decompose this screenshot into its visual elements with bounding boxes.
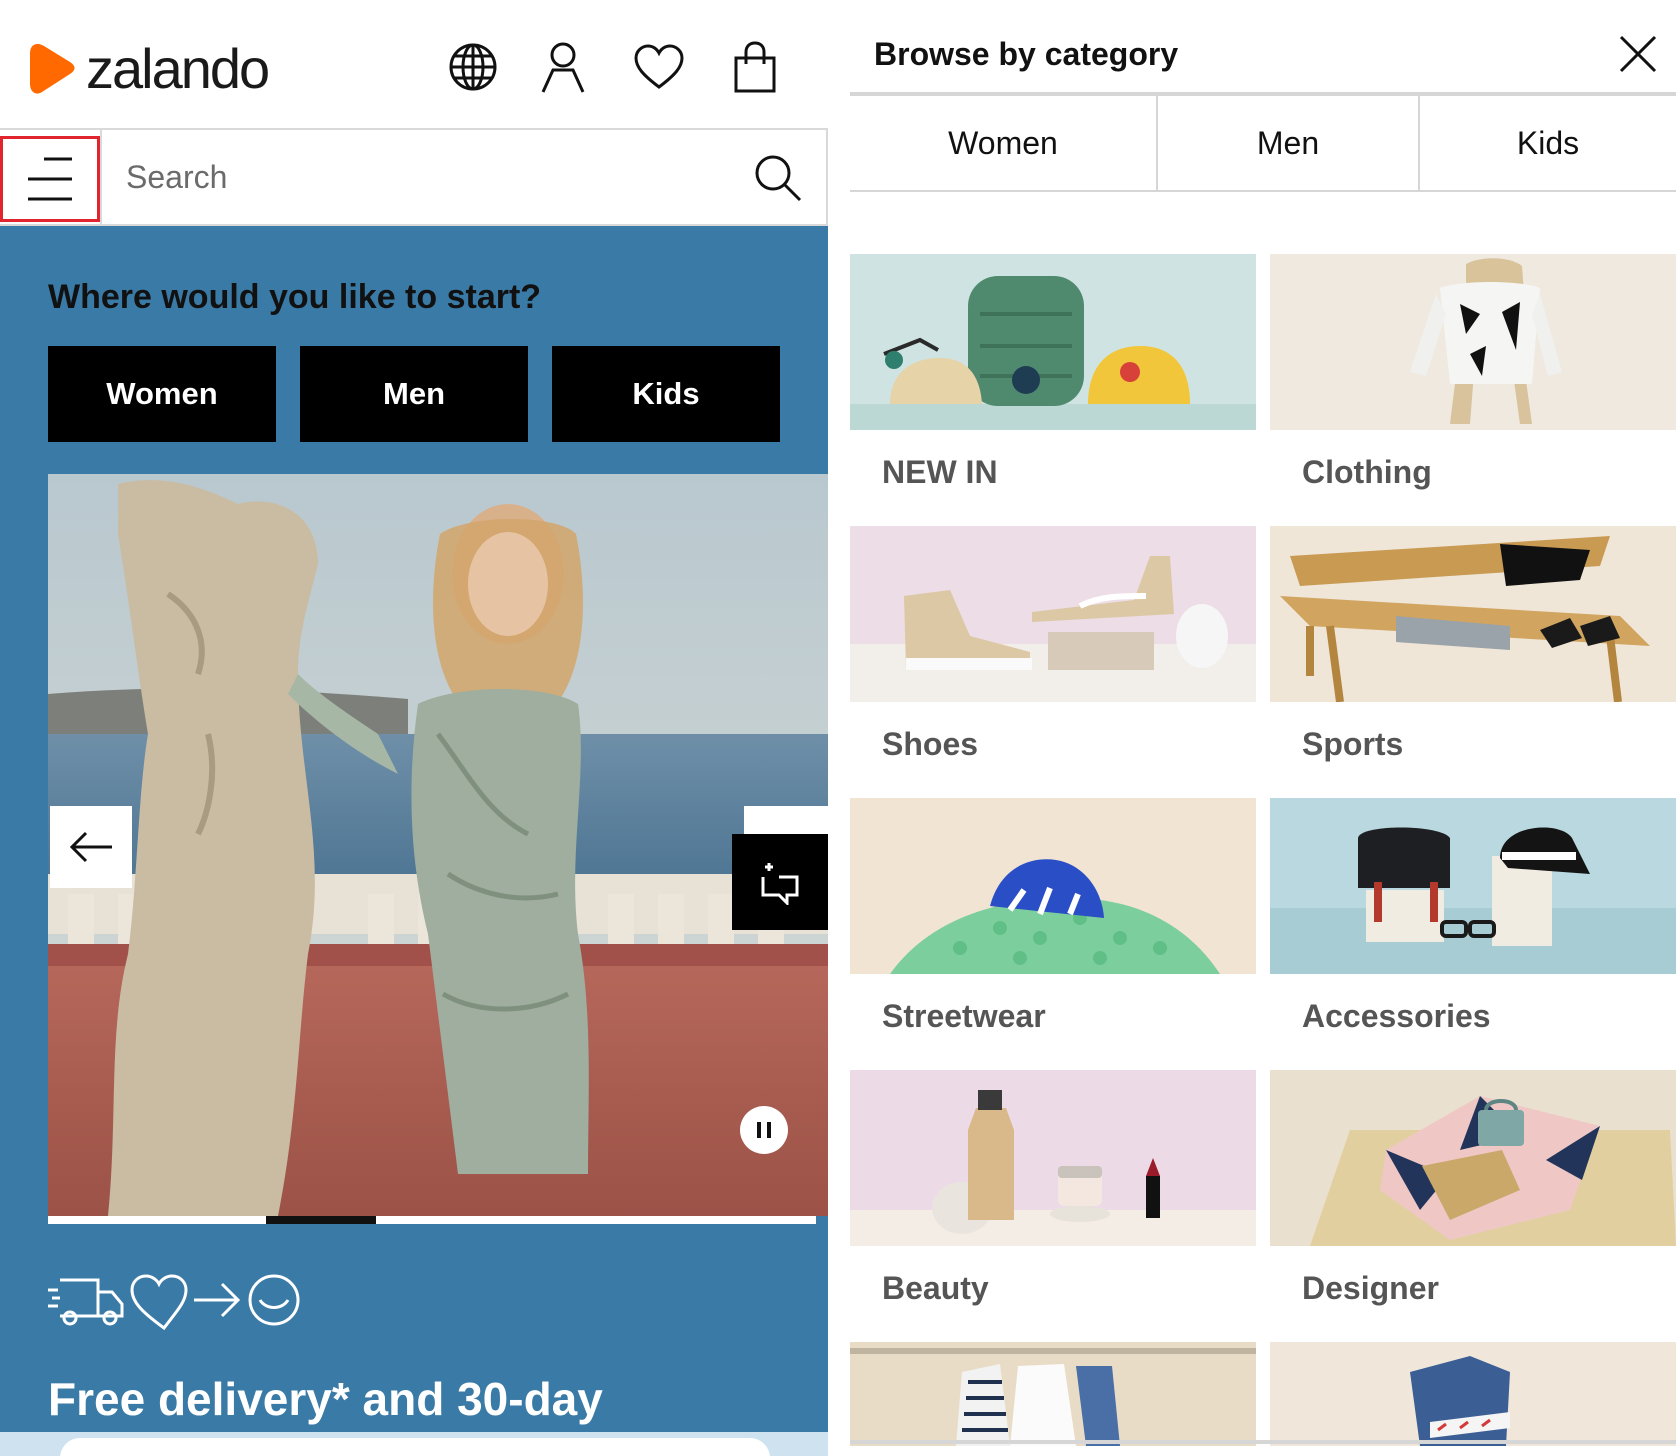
women-button[interactable]: Women [48, 346, 276, 442]
category-tile-partial[interactable] [850, 1342, 1256, 1446]
category-tile-designer[interactable]: Designer [1270, 1070, 1676, 1342]
logo-text: zalando [86, 37, 270, 100]
category-label: Accessories [1302, 998, 1491, 1034]
category-label: Streetwear [882, 998, 1046, 1034]
arrow-left-icon [69, 831, 112, 863]
category-image [850, 1342, 1256, 1446]
promo-section: Where would you like to start? Women Men… [0, 226, 828, 1456]
category-image [850, 526, 1256, 702]
category-label: Beauty [882, 1270, 989, 1306]
search-bar [0, 128, 828, 226]
carousel-progress [48, 1216, 816, 1224]
search-icon [755, 155, 802, 202]
search-input[interactable] [126, 148, 686, 206]
men-button[interactable]: Men [300, 346, 528, 442]
heart-outline-icon [130, 1274, 188, 1331]
tab-kids[interactable]: Kids [1420, 96, 1676, 190]
bottom-banner [60, 1438, 770, 1456]
category-image [850, 1070, 1256, 1246]
promo-heading: Where would you like to start? [48, 278, 542, 316]
hero-image [48, 474, 828, 1216]
carousel-pause-button[interactable] [740, 1106, 788, 1154]
bag-icon [734, 41, 776, 93]
homepage-pane: zalando Search Where would you like to s… [0, 0, 828, 1456]
category-label: Sports [1302, 726, 1404, 762]
category-tile-shoes[interactable]: Shoes [850, 526, 1256, 798]
category-image [1270, 1342, 1676, 1446]
category-tile-accessories[interactable]: Accessories [1270, 798, 1676, 1070]
hamburger-menu-icon [28, 157, 72, 201]
category-image [850, 798, 1256, 974]
zalando-logo[interactable]: zalando [26, 37, 270, 100]
smiley-icon [248, 1274, 300, 1326]
account-button[interactable] [534, 38, 592, 96]
category-tile-sports[interactable]: Sports [1270, 526, 1676, 798]
category-tile-partial[interactable] [1270, 1342, 1676, 1446]
cart-button[interactable] [726, 38, 784, 96]
usp-text: Free delivery* and 30-day [48, 1373, 603, 1425]
category-label: Shoes [882, 726, 979, 762]
gender-tabs: Women Men Kids [850, 96, 1676, 192]
category-label: Designer [1302, 1270, 1439, 1306]
tab-women[interactable]: Women [850, 96, 1156, 190]
arrow-right-icon [194, 1282, 241, 1318]
heart-icon [634, 44, 684, 89]
divider [100, 130, 102, 224]
menu-button[interactable] [0, 136, 100, 222]
close-icon [1619, 35, 1657, 73]
category-tile-clothing[interactable]: Clothing [1270, 254, 1676, 526]
globe-icon [449, 43, 497, 91]
divider [850, 1440, 1676, 1444]
wishlist-button[interactable] [630, 38, 688, 96]
panel-title: Browse by category [874, 36, 1179, 72]
delivery-truck-icon [48, 1278, 124, 1326]
zalando-logo-mark-icon [30, 44, 75, 94]
category-label: Clothing [1302, 454, 1432, 490]
site-header: zalando [0, 0, 828, 128]
language-button[interactable] [444, 38, 502, 96]
carousel-progress-indicator [266, 1216, 376, 1224]
usp-icons [48, 1274, 300, 1331]
category-image [850, 254, 1256, 430]
carousel-prev-button[interactable] [50, 806, 132, 888]
hero-carousel[interactable] [48, 474, 828, 1216]
ai-assistant-button[interactable] [732, 834, 828, 930]
category-image [1270, 1070, 1676, 1246]
sparkle-chat-icon [761, 863, 799, 905]
category-label: NEW IN [882, 454, 998, 490]
category-image [1270, 798, 1676, 974]
category-tile-new-in[interactable]: NEW IN [850, 254, 1256, 526]
category-tile-streetwear[interactable]: Streetwear [850, 798, 1256, 1070]
tab-men[interactable]: Men [1158, 96, 1418, 190]
close-button[interactable] [1610, 26, 1666, 82]
user-icon [541, 42, 585, 93]
category-tile-beauty[interactable]: Beauty [850, 1070, 1256, 1342]
kids-button[interactable]: Kids [552, 346, 780, 442]
category-panel: Browse by category Women Men Kids NEW IN… [850, 0, 1676, 1456]
pause-icon [757, 1122, 771, 1138]
category-image [1270, 254, 1676, 430]
category-image [1270, 526, 1676, 702]
search-button[interactable] [750, 150, 806, 206]
carousel-next-button[interactable] [744, 806, 828, 836]
